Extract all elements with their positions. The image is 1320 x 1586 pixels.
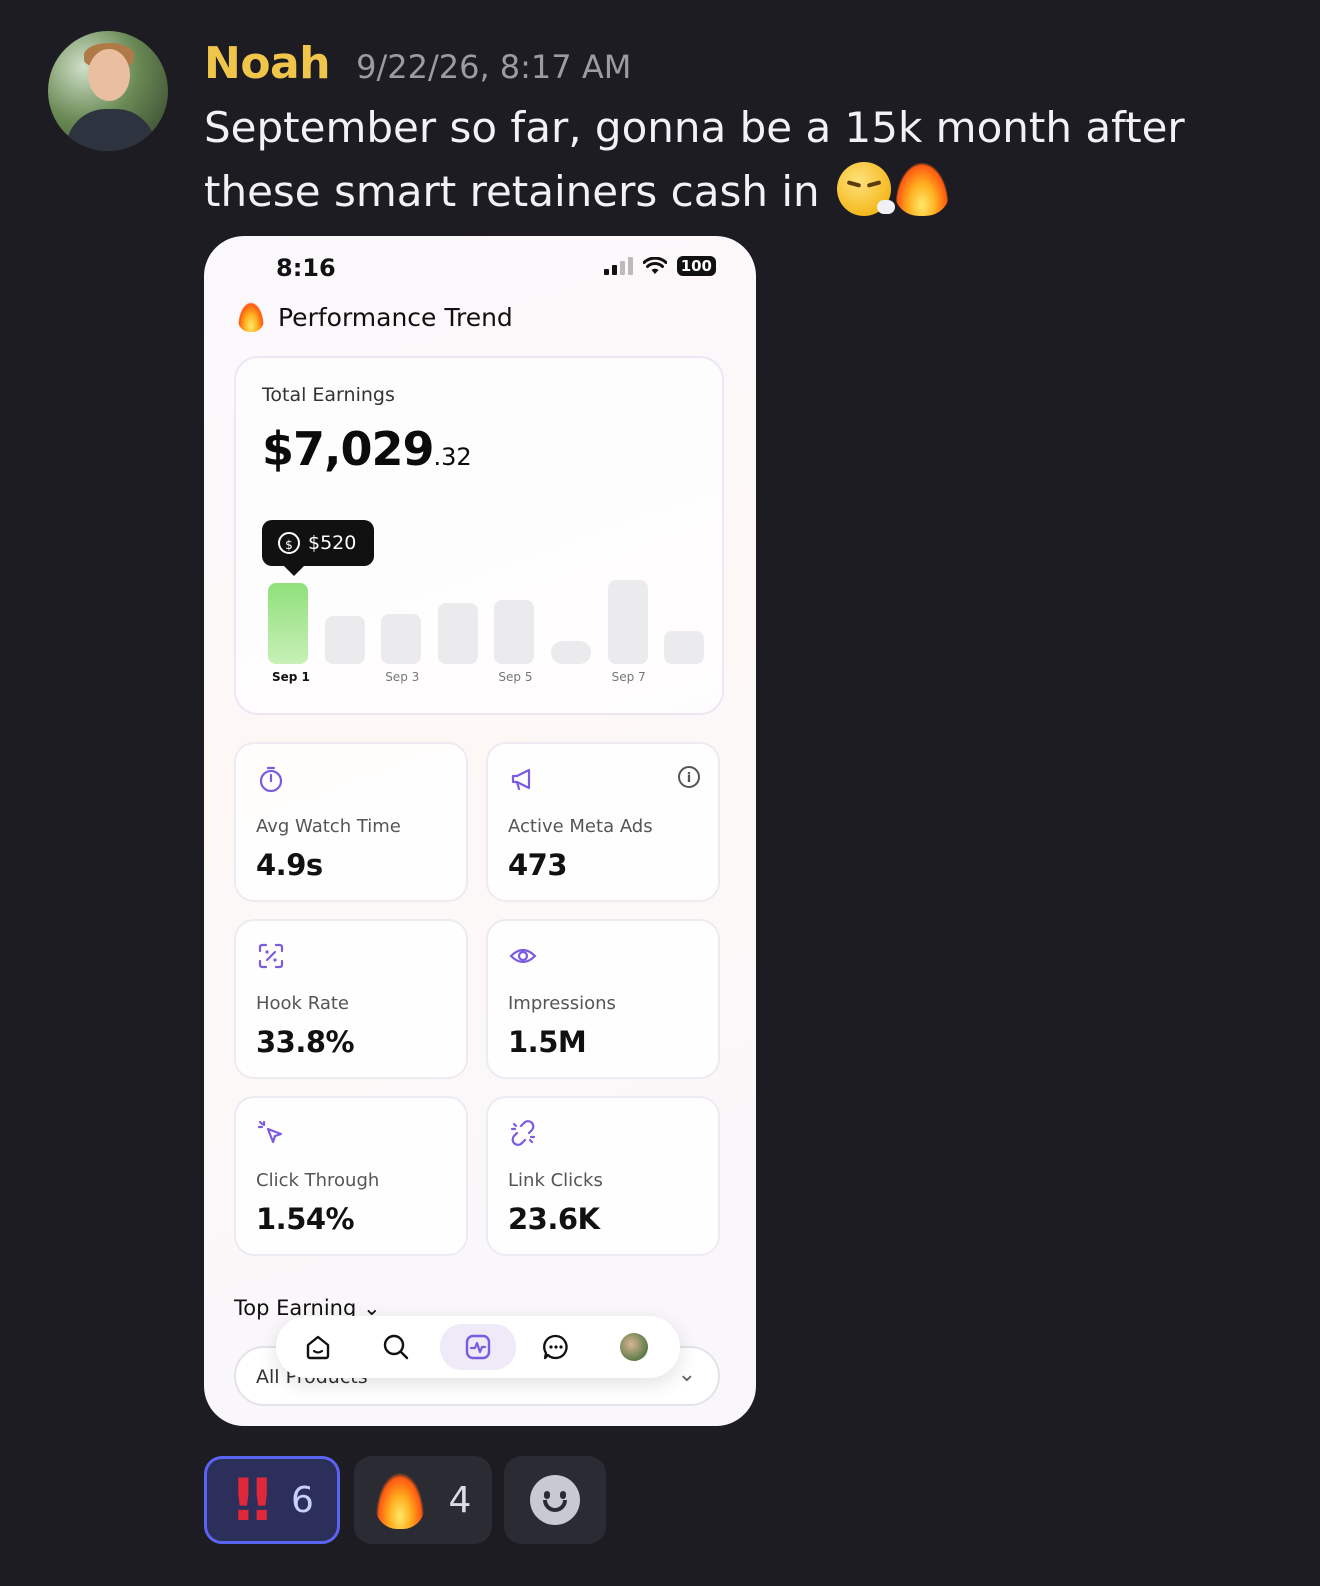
activity-icon — [465, 1334, 491, 1360]
chat-bubble-icon — [543, 1334, 568, 1360]
tab-search[interactable] — [372, 1324, 420, 1370]
avatar-shirt — [66, 109, 156, 151]
scan-percent-icon — [258, 943, 284, 969]
info-icon[interactable]: i — [678, 766, 700, 788]
earnings-amount-main: $7,029 — [262, 422, 435, 476]
stat-label: Avg Watch Time — [256, 816, 401, 837]
fire-icon — [238, 302, 264, 332]
stopwatch-icon — [259, 766, 283, 793]
tooltip-value: $520 — [308, 532, 357, 554]
stat-label: Impressions — [508, 993, 616, 1014]
stat-card-click-through[interactable]: Click Through 1.54% — [234, 1096, 468, 1256]
status-icons: 100 — [603, 256, 716, 276]
earnings-amount: $7,029.32 — [262, 422, 472, 476]
tab-performance[interactable] — [440, 1324, 516, 1370]
stat-value: 23.6K — [508, 1202, 600, 1236]
page-header: Performance Trend — [238, 302, 513, 332]
reaction-count: 6 — [291, 1479, 314, 1521]
reaction-fire[interactable]: 4 — [354, 1456, 492, 1544]
coin-icon: $ — [278, 532, 300, 554]
chart-tick-label: Sep 5 — [498, 670, 533, 684]
bar-tooltip: $ $520 — [262, 520, 375, 576]
chart-bar[interactable] — [494, 600, 535, 664]
chart-bar[interactable] — [324, 616, 365, 664]
message-header: Noah 9/22/26, 8:17 AM — [204, 38, 631, 94]
chart-bar[interactable] — [664, 631, 705, 664]
chart-tick-label: Sep 1 — [272, 670, 310, 684]
stat-card-impressions[interactable]: Impressions 1.5M — [486, 919, 720, 1079]
status-time: 8:16 — [276, 254, 336, 282]
user-avatar[interactable] — [48, 31, 168, 151]
earnings-card: Total Earnings $7,029.32 $ $520 Sep 1 Sep… — [234, 356, 724, 715]
select-chevron-icon: ⌄ — [677, 1362, 696, 1387]
message-timestamp: 9/22/26, 8:17 AM — [356, 48, 632, 86]
tab-profile[interactable] — [610, 1324, 658, 1370]
stat-value: 33.8% — [256, 1025, 355, 1059]
chart-bar[interactable] — [437, 603, 478, 664]
stat-label: Click Through — [256, 1170, 380, 1191]
stat-value: 1.54% — [256, 1202, 355, 1236]
stat-label: Hook Rate — [256, 993, 349, 1014]
battery-indicator: 100 — [676, 256, 716, 276]
message-text: September so far, gonna be a 15k month a… — [204, 96, 1284, 224]
stat-value: 4.9s — [256, 848, 323, 882]
cellular-signal-icon — [603, 257, 633, 275]
stat-value: 473 — [508, 848, 568, 882]
stat-card-active-meta-ads[interactable]: i Active Meta Ads 473 — [486, 742, 720, 902]
reaction-count: 4 — [448, 1479, 472, 1521]
home-icon — [306, 1335, 330, 1360]
megaphone-icon — [511, 768, 531, 791]
exhale-face-emoji-icon — [836, 162, 895, 216]
username[interactable]: Noah — [204, 38, 331, 89]
page-title: Performance Trend — [278, 302, 513, 332]
stat-card-avg-watch-time[interactable]: Avg Watch Time 4.9s — [234, 742, 468, 902]
stat-label: Active Meta Ads — [508, 816, 653, 837]
fire-emoji-icon — [894, 162, 949, 216]
cursor-click-icon — [257, 1120, 283, 1144]
wifi-icon — [642, 257, 667, 274]
profile-avatar-icon — [620, 1333, 648, 1361]
message-body: September so far, gonna be a 15k month a… — [204, 103, 1185, 216]
bottom-tab-bar — [276, 1316, 680, 1378]
fire-icon — [374, 1471, 425, 1529]
stat-card-hook-rate[interactable]: Hook Rate 33.8% — [234, 919, 468, 1079]
double-exclamation-icon: !! — [230, 1466, 275, 1534]
chart-bar[interactable] — [268, 583, 308, 664]
stat-label: Link Clicks — [508, 1170, 603, 1191]
chart-bar[interactable] — [607, 580, 648, 664]
earnings-label: Total Earnings — [262, 384, 395, 406]
chart-bar[interactable] — [551, 641, 591, 664]
attached-screenshot[interactable]: 8:16 100 Performance Trend Total Earning… — [204, 236, 756, 1426]
earnings-amount-cents: .32 — [433, 443, 472, 471]
stat-value: 1.5M — [508, 1025, 587, 1059]
tab-messages[interactable] — [532, 1324, 580, 1370]
smiley-add-reaction-icon — [530, 1475, 580, 1525]
avatar-face — [88, 49, 130, 101]
eye-icon — [509, 948, 537, 964]
broken-link-icon — [510, 1120, 536, 1146]
chart-tick-label: Sep 3 — [385, 670, 420, 684]
earnings-bar-chart — [268, 578, 705, 664]
search-icon — [383, 1334, 409, 1360]
chart-tick-label: Sep 7 — [611, 670, 646, 684]
add-reaction-button[interactable] — [504, 1456, 606, 1544]
stat-card-link-clicks[interactable]: Link Clicks 23.6K — [486, 1096, 720, 1256]
chart-bar[interactable] — [381, 614, 422, 664]
tab-home[interactable] — [294, 1324, 342, 1370]
reaction-double-exclamation[interactable]: !! 6 — [204, 1456, 340, 1544]
